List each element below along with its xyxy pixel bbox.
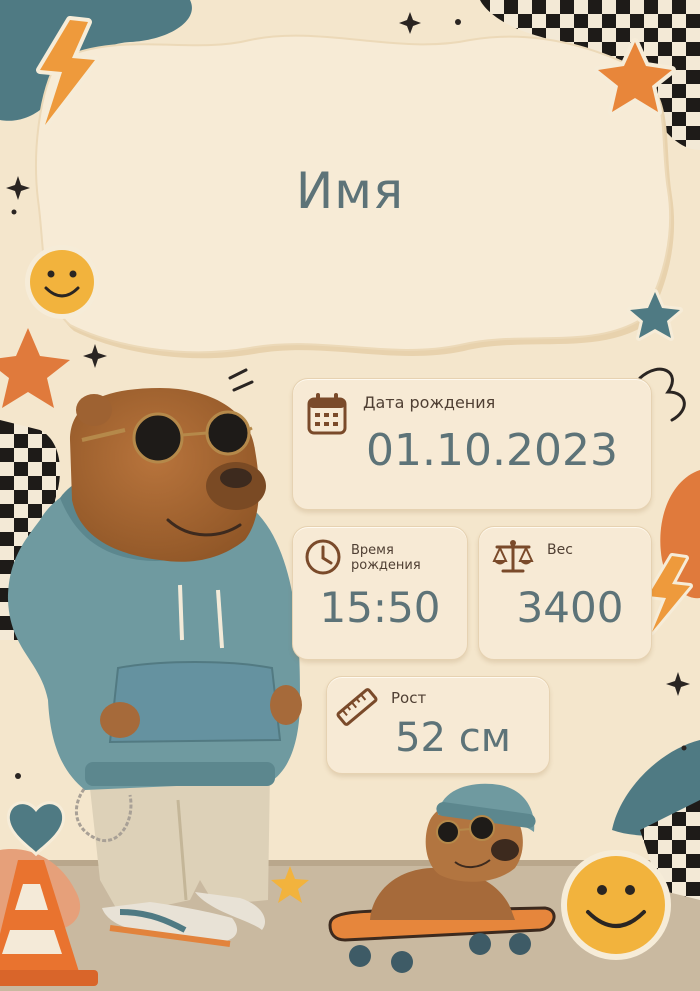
birth-time-card: Время рождения 15:50 [292, 526, 468, 660]
height-card: Рост 52 см [326, 676, 550, 774]
weight-value: 3400 [516, 583, 624, 632]
birth-poster: Имя Дата рождения 01.10.2023 Время рожде… [0, 0, 700, 991]
child-name-title: Имя [295, 162, 405, 220]
scales-icon [492, 540, 534, 573]
birth-time-label: Время рождения [351, 543, 421, 573]
birth-time-value: 15:50 [319, 583, 441, 632]
birth-date-label: Дата рождения [363, 393, 496, 412]
birth-date-value: 01.10.2023 [366, 425, 618, 476]
name-card: Имя [30, 40, 670, 360]
calendar-icon [307, 393, 347, 435]
smiley-icon-bottom-right [561, 850, 671, 960]
weight-card: Вес 3400 [478, 526, 652, 660]
clock-icon [305, 539, 341, 575]
height-value: 52 см [395, 715, 511, 761]
birth-date-card: Дата рождения 01.10.2023 [292, 378, 652, 510]
weight-label: Вес [547, 542, 573, 558]
height-label: Рост [391, 689, 427, 707]
